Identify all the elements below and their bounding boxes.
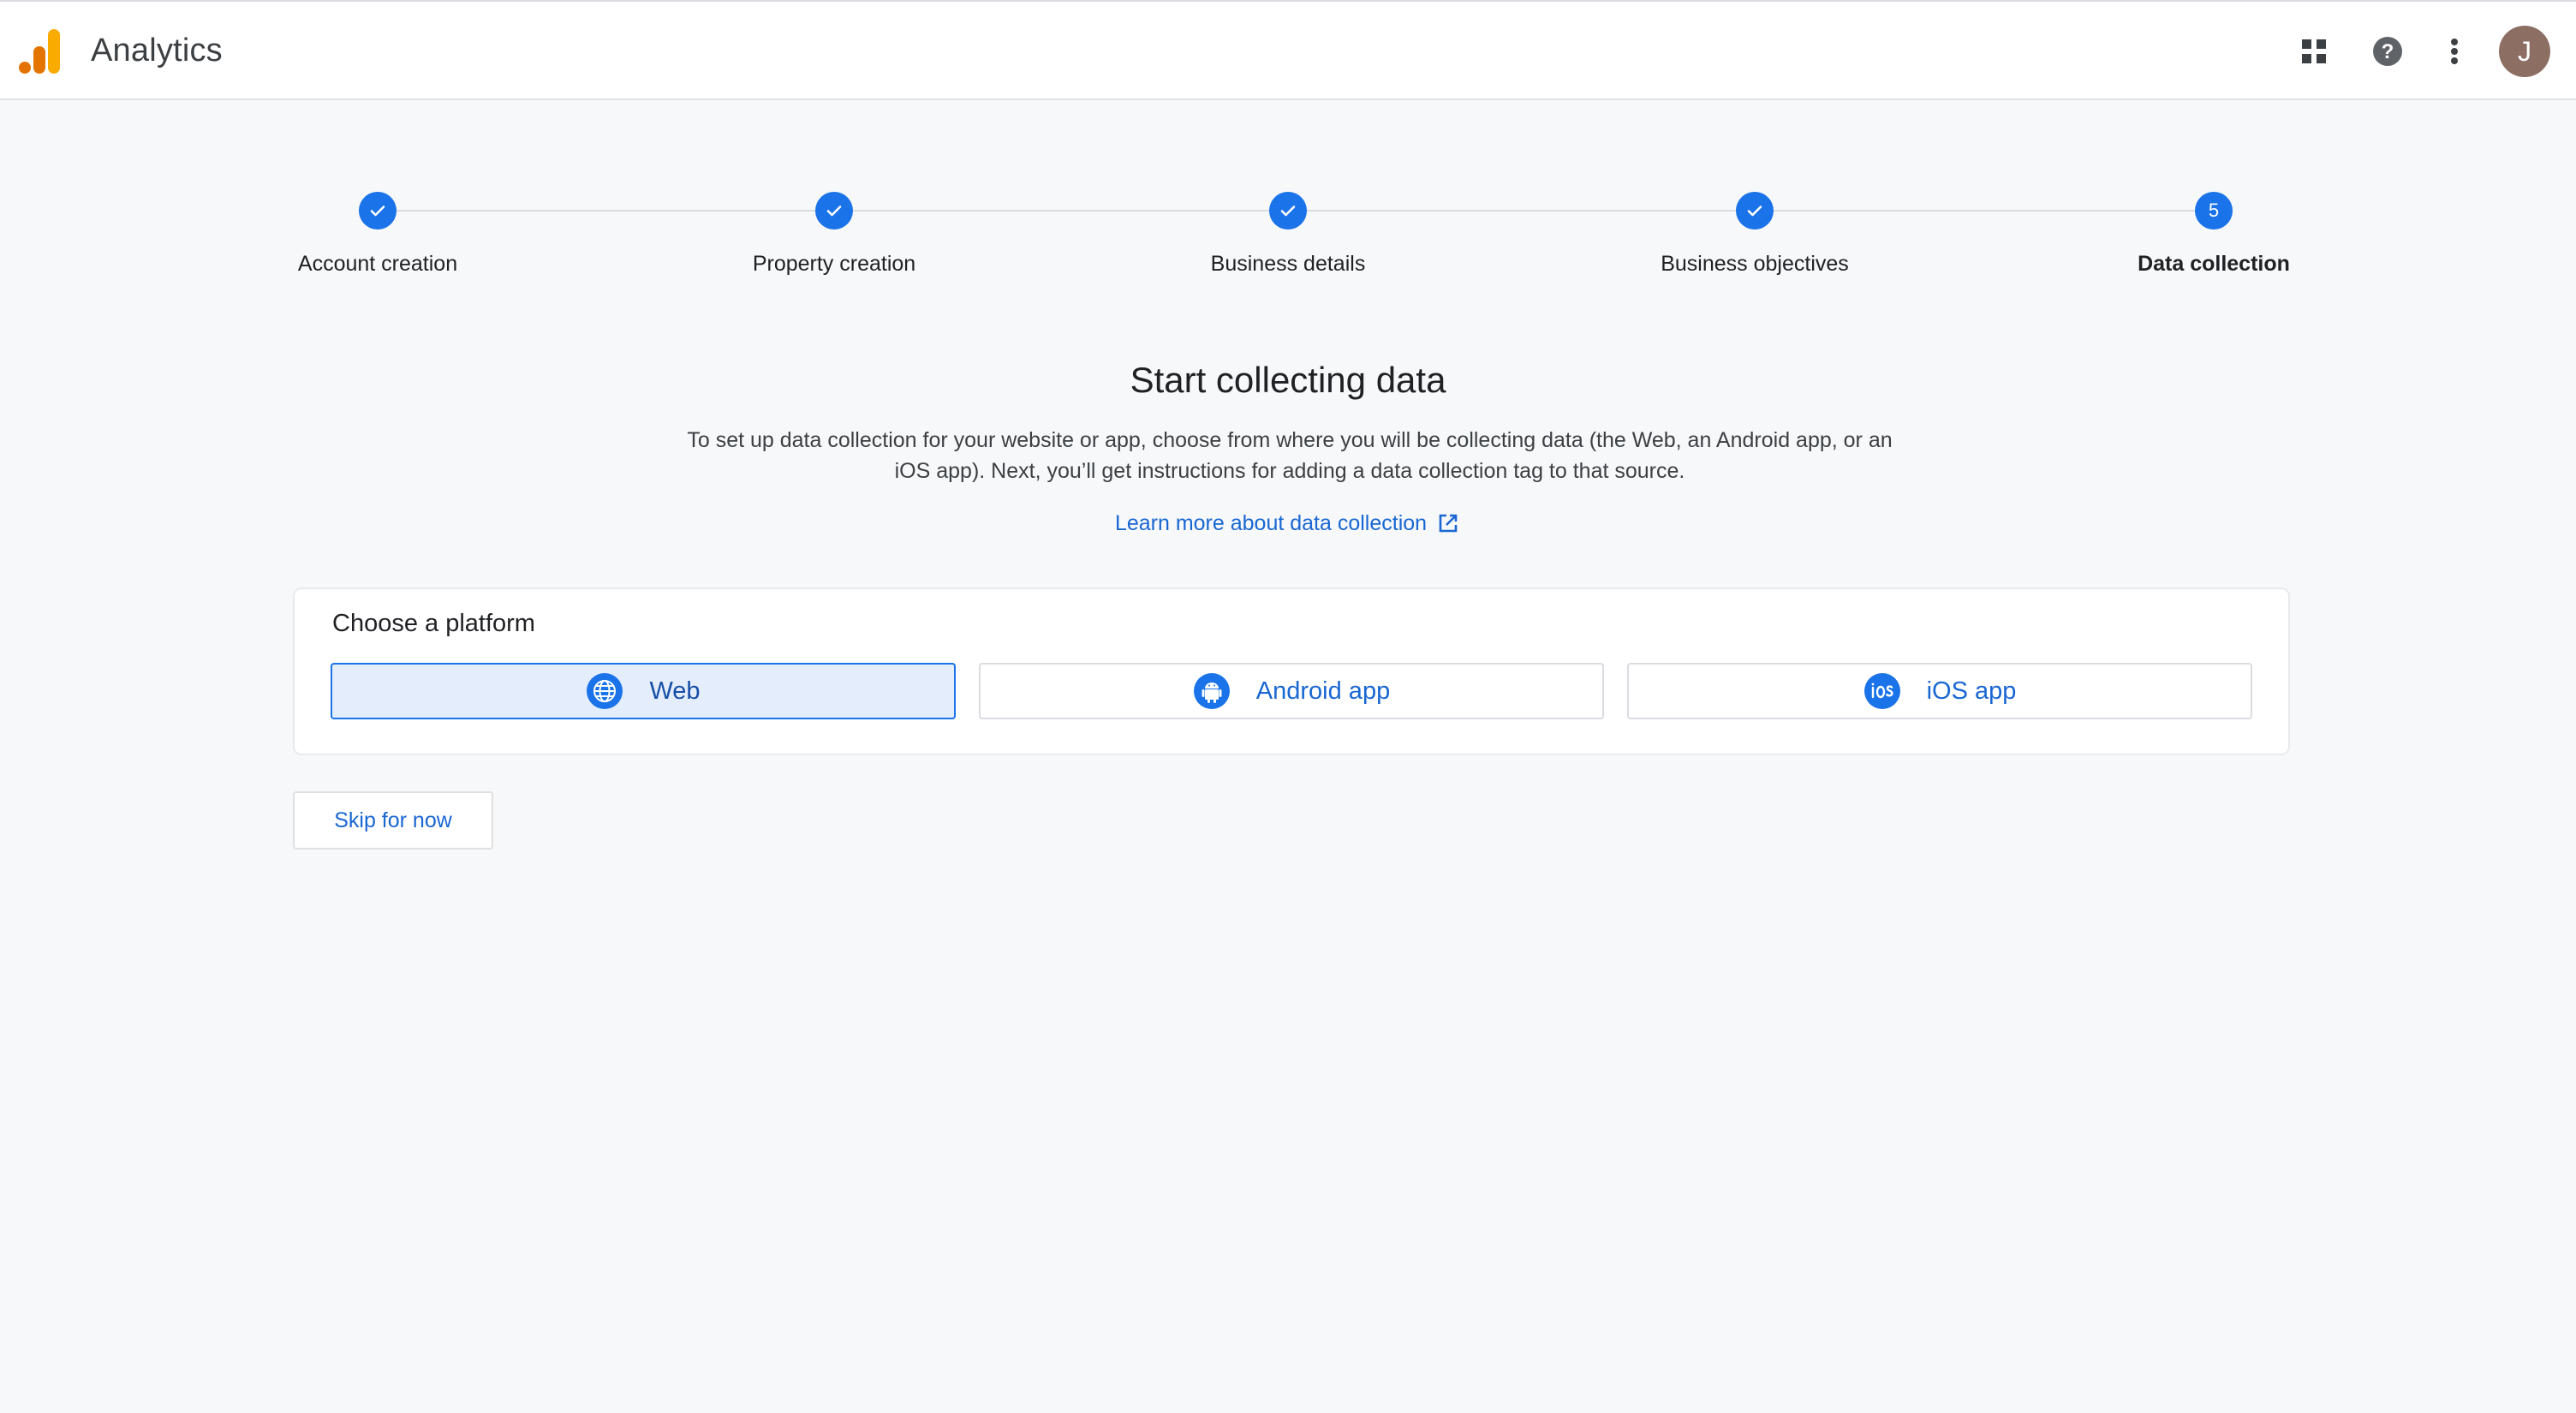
ios-icon <box>1863 672 1901 710</box>
check-icon <box>359 192 397 230</box>
web-label: Web <box>649 677 701 705</box>
step-account-creation[interactable]: Account creation <box>206 192 549 277</box>
step-property-creation[interactable]: Property creation <box>663 192 1005 277</box>
check-icon <box>1269 192 1307 230</box>
check-icon <box>1736 192 1774 230</box>
globe-icon <box>586 672 623 710</box>
web-platform-button[interactable]: Web <box>331 663 956 719</box>
step-label: Business objectives <box>1661 252 1849 276</box>
page-description: To set up data collection for your websi… <box>687 428 1893 483</box>
ios-platform-button[interactable]: iOS app <box>1627 663 2252 719</box>
platform-card: Choose a platform Web Android app iOS ap… <box>293 587 2290 755</box>
step-business-details[interactable]: Business details <box>1117 192 1459 277</box>
open-in-new-icon <box>1439 514 1458 533</box>
step-label: Business details <box>1210 252 1366 276</box>
setup-stepper: Account creation Property creation Busin… <box>0 0 2576 308</box>
skip-for-now-button[interactable]: Skip for now <box>293 791 493 850</box>
android-platform-button[interactable]: Android app <box>979 663 1604 719</box>
platform-card-title: Choose a platform <box>332 610 535 637</box>
step-data-collection[interactable]: 5 Data collection <box>2042 192 2385 277</box>
page-title: Start collecting data <box>1130 360 1446 400</box>
step-number-badge: 5 <box>2195 192 2233 230</box>
step-business-objectives[interactable]: Business objectives <box>1583 192 1926 277</box>
check-icon <box>815 192 853 230</box>
learn-more-label: Learn more about data collection <box>1114 511 1428 535</box>
step-label: Property creation <box>752 252 916 276</box>
android-icon <box>1193 672 1231 710</box>
step-label: Account creation <box>297 252 458 276</box>
learn-more-link[interactable]: Learn more about data collection <box>0 510 2576 536</box>
ios-label: iOS app <box>1926 677 2017 705</box>
android-label: Android app <box>1255 677 1391 705</box>
step-label: Data collection <box>2138 252 2290 276</box>
